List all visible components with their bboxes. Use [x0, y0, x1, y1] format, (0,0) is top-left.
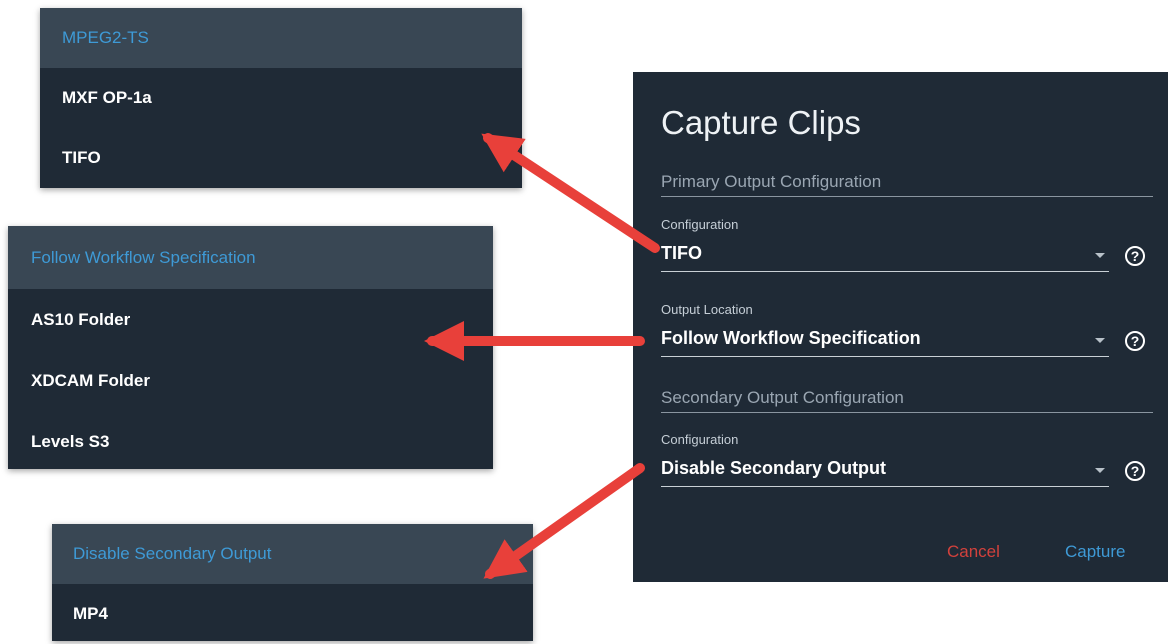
configuration-select[interactable]: TIFO	[661, 243, 1109, 272]
primary-output-section-header: Primary Output Configuration	[661, 172, 1153, 197]
secondary-config-dropdown-menu: Disable Secondary Output MP4	[52, 524, 533, 641]
help-icon[interactable]: ?	[1125, 461, 1145, 481]
primary-config-dropdown-menu: MPEG2-TS MXF OP-1a TIFO	[40, 8, 522, 188]
dialog-title: Capture Clips	[661, 104, 861, 141]
menu-item-follow-workflow[interactable]: Follow Workflow Specification	[8, 226, 493, 289]
capture-button[interactable]: Capture	[1065, 542, 1125, 562]
capture-clips-dialog: Capture Clips Primary Output Configurati…	[633, 72, 1168, 582]
output-location-value: Follow Workflow Specification	[661, 328, 921, 348]
menu-item-mpeg2-ts[interactable]: MPEG2-TS	[40, 8, 522, 68]
menu-item-xdcam-folder[interactable]: XDCAM Folder	[8, 350, 493, 411]
configuration-label: Configuration	[661, 217, 739, 232]
menu-item-disable-secondary[interactable]: Disable Secondary Output	[52, 524, 533, 584]
chevron-down-icon	[1095, 468, 1105, 473]
secondary-configuration-value: Disable Secondary Output	[661, 458, 887, 478]
cancel-button[interactable]: Cancel	[947, 542, 1000, 562]
output-location-label: Output Location	[661, 302, 753, 317]
menu-item-levels-s3[interactable]: Levels S3	[8, 411, 493, 472]
secondary-configuration-select[interactable]: Disable Secondary Output	[661, 458, 1109, 487]
secondary-output-section-header: Secondary Output Configuration	[661, 388, 1153, 413]
chevron-down-icon	[1095, 253, 1105, 258]
output-location-select[interactable]: Follow Workflow Specification	[661, 328, 1109, 357]
menu-item-as10-folder[interactable]: AS10 Folder	[8, 289, 493, 350]
help-icon[interactable]: ?	[1125, 246, 1145, 266]
menu-item-mxf-op1a[interactable]: MXF OP-1a	[40, 68, 522, 128]
output-location-dropdown-menu: Follow Workflow Specification AS10 Folde…	[8, 226, 493, 469]
secondary-configuration-label: Configuration	[661, 432, 739, 447]
chevron-down-icon	[1095, 338, 1105, 343]
configuration-value: TIFO	[661, 243, 702, 263]
menu-item-tifo[interactable]: TIFO	[40, 128, 522, 188]
menu-item-mp4[interactable]: MP4	[52, 584, 533, 644]
help-icon[interactable]: ?	[1125, 331, 1145, 351]
